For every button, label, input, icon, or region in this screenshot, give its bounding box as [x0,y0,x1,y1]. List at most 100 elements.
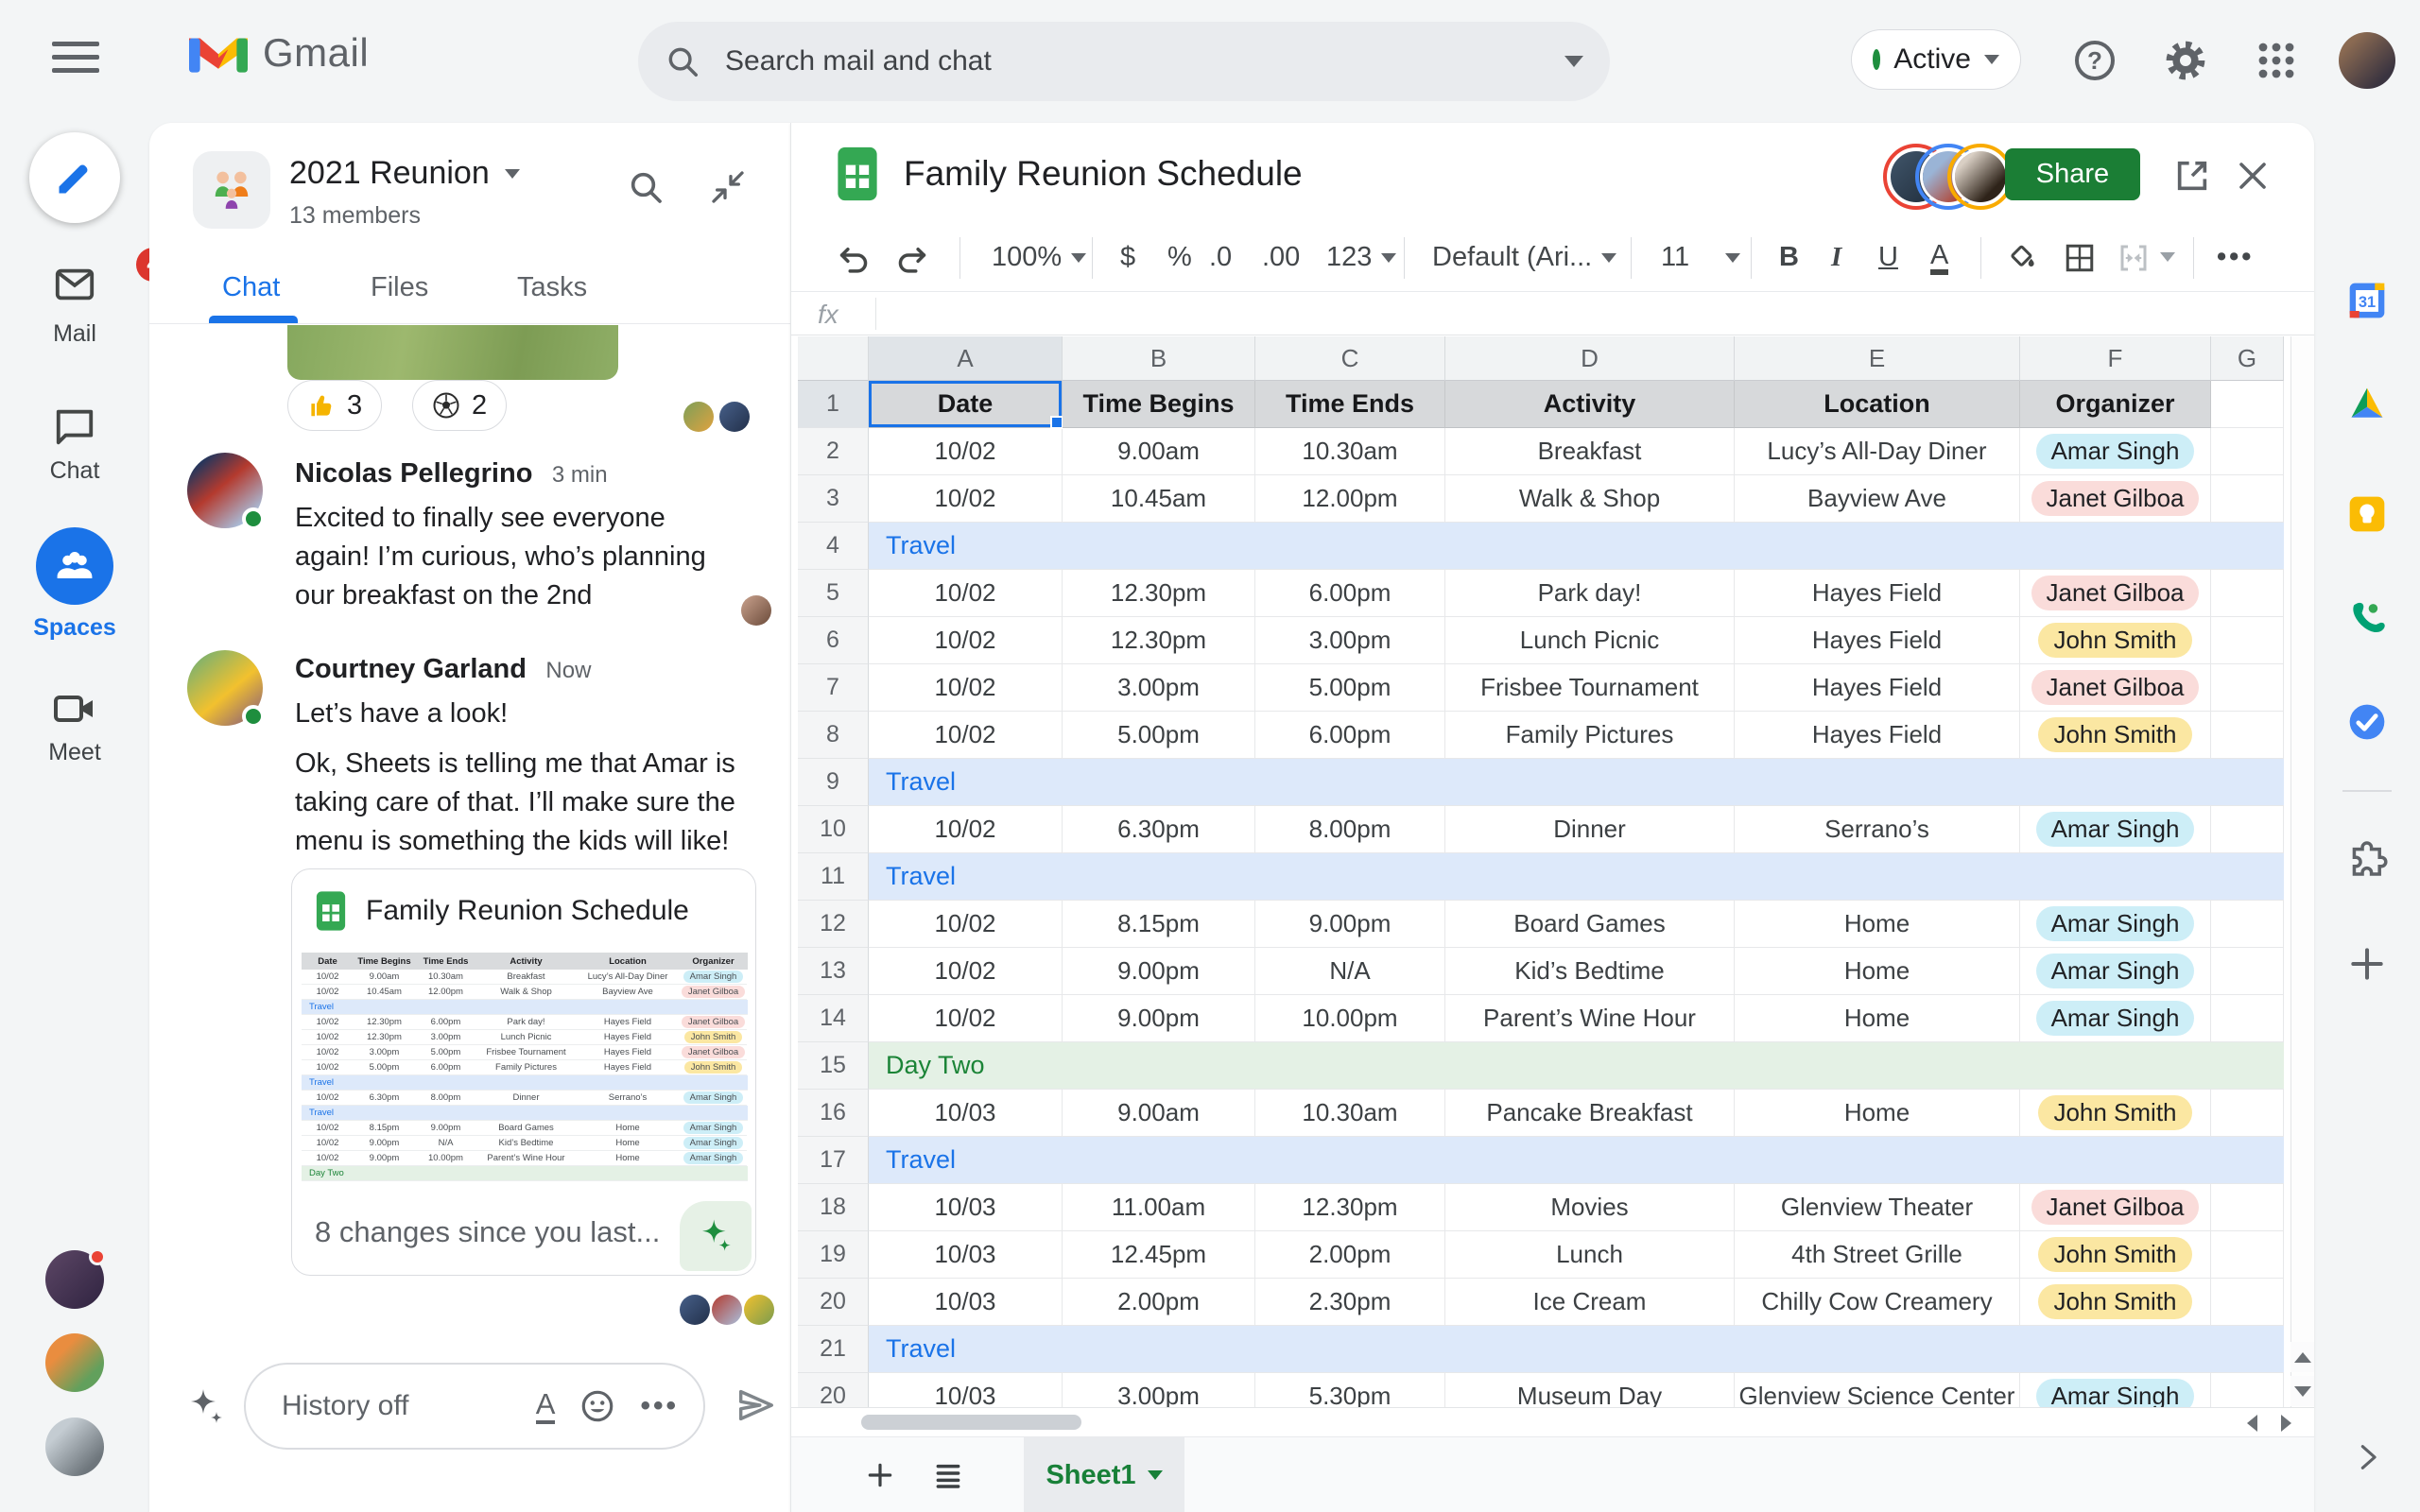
cell[interactable]: 5.30pm [1255,1373,1445,1407]
row-header[interactable]: 15 [798,1042,869,1090]
cell[interactable] [2211,901,2284,948]
cell[interactable] [2211,428,2284,475]
row-header[interactable]: 19 [798,1231,869,1279]
gemini-sparkle-icon[interactable] [183,1383,229,1429]
row-header[interactable]: 14 [798,995,869,1042]
merge-cells-icon[interactable] [2117,241,2151,275]
underline-button[interactable]: U [1878,242,1898,273]
cell[interactable] [2211,995,2284,1042]
cell[interactable]: Amar Singh [2020,948,2211,995]
section-band[interactable]: Travel [869,1326,2284,1373]
cell[interactable]: 10/02 [869,617,1063,664]
scroll-down-button[interactable] [2290,1376,2314,1406]
cell[interactable]: Hayes Field [1735,664,2020,712]
cell[interactable]: 10.45am [1063,475,1255,523]
space-avatar[interactable] [193,151,270,229]
row-header[interactable]: 21 [798,1326,869,1373]
tab-tasks[interactable]: Tasks [517,272,587,303]
row-header[interactable]: 11 [798,853,869,901]
cell[interactable] [2211,475,2284,523]
cell[interactable]: John Smith [2020,617,2211,664]
cell[interactable]: 8.00pm [1255,806,1445,853]
cell[interactable]: Organizer [2020,381,2211,428]
cell[interactable]: Board Games [1445,901,1735,948]
settings-gear-icon[interactable] [2163,38,2208,83]
cell[interactable]: 6.30pm [1063,806,1255,853]
formula-bar[interactable]: fx [791,292,2314,335]
section-band[interactable]: Travel [869,523,2284,570]
cell[interactable] [2211,806,2284,853]
reaction-soccer[interactable]: 2 [412,380,508,431]
cell[interactable]: 10/03 [869,1090,1063,1137]
row-header[interactable]: 9 [798,759,869,806]
bold-button[interactable]: B [1779,242,1799,273]
row-header[interactable]: 4 [798,523,869,570]
compose-button[interactable] [29,132,120,223]
format-percent-button[interactable]: % [1167,242,1192,273]
text-color-button[interactable]: A [1930,241,1949,275]
addons-puzzle-icon[interactable] [2346,839,2388,881]
column-header-D[interactable]: D [1445,336,1735,381]
search-input[interactable] [725,45,1564,77]
tab-chat[interactable]: Chat [222,272,280,303]
row-header[interactable]: 18 [798,1184,869,1231]
section-band[interactable]: Day Two [869,1042,2284,1090]
borders-icon[interactable] [2063,241,2097,275]
user-avatar[interactable] [2339,32,2395,89]
more-formats-button[interactable]: 123 [1326,242,1397,273]
cell[interactable]: 10/02 [869,995,1063,1042]
row-header[interactable]: 3 [798,475,869,523]
cell[interactable]: 10.00pm [1255,995,1445,1042]
cell[interactable]: Hayes Field [1735,712,2020,759]
cell[interactable]: Amar Singh [2020,995,2211,1042]
column-header-F[interactable]: F [2020,336,2211,381]
cell[interactable]: Amar Singh [2020,1373,2211,1407]
fill-color-icon[interactable] [2006,241,2040,275]
gemini-summary-button[interactable] [680,1201,752,1271]
font-selector[interactable]: Default (Ari... [1432,242,1617,273]
horizontal-scrollbar[interactable] [791,1407,2314,1436]
cell[interactable]: 10/02 [869,948,1063,995]
row-header[interactable]: 5 [798,570,869,617]
cell[interactable]: Frisbee Tournament [1445,664,1735,712]
cell[interactable]: Ice Cream [1445,1279,1735,1326]
space-title-row[interactable]: 2021 Reunion [289,155,520,192]
row-header[interactable]: 10 [798,806,869,853]
redo-icon[interactable] [893,241,929,277]
fill-handle[interactable] [1050,416,1063,429]
column-header-B[interactable]: B [1063,336,1255,381]
status-selector[interactable]: Active [1851,29,2021,90]
cell[interactable]: 12.00pm [1255,475,1445,523]
message-composer[interactable]: A ••• [244,1363,705,1450]
cell[interactable]: 10/02 [869,806,1063,853]
collapse-icon[interactable] [709,168,747,206]
cell[interactable]: Home [1735,995,2020,1042]
cell[interactable]: Parent’s Wine Hour [1445,995,1735,1042]
open-in-new-icon[interactable] [2173,157,2211,195]
cell[interactable]: 10/02 [869,712,1063,759]
cell[interactable] [2211,1279,2284,1326]
scrollbar-thumb[interactable] [861,1415,1081,1430]
cell[interactable]: Home [1735,1090,2020,1137]
cell[interactable]: 2.30pm [1255,1279,1445,1326]
cell[interactable] [2211,617,2284,664]
cell[interactable] [2211,1090,2284,1137]
cell[interactable]: 6.00pm [1255,712,1445,759]
sender-avatar[interactable] [187,650,265,728]
grid-corner[interactable] [798,336,869,381]
cell[interactable]: Serrano’s [1735,806,2020,853]
row-header[interactable]: 1 [798,381,869,428]
cell[interactable]: John Smith [2020,712,2211,759]
help-icon[interactable]: ? [2072,38,2118,83]
sheet-tab-sheet1[interactable]: Sheet1 [1024,1437,1184,1512]
cell[interactable]: 10/03 [869,1373,1063,1407]
scroll-left-button[interactable] [2247,1415,2257,1432]
tasks-icon[interactable] [2346,701,2388,743]
cell[interactable]: 12.30pm [1255,1184,1445,1231]
reaction-thumbs-up[interactable]: 3 [287,380,383,431]
all-sheets-icon[interactable] [933,1460,963,1490]
cell[interactable]: Dinner [1445,806,1735,853]
cell[interactable]: 10.30am [1255,428,1445,475]
message-input[interactable] [282,1390,511,1422]
plus-icon[interactable] [2346,943,2388,985]
